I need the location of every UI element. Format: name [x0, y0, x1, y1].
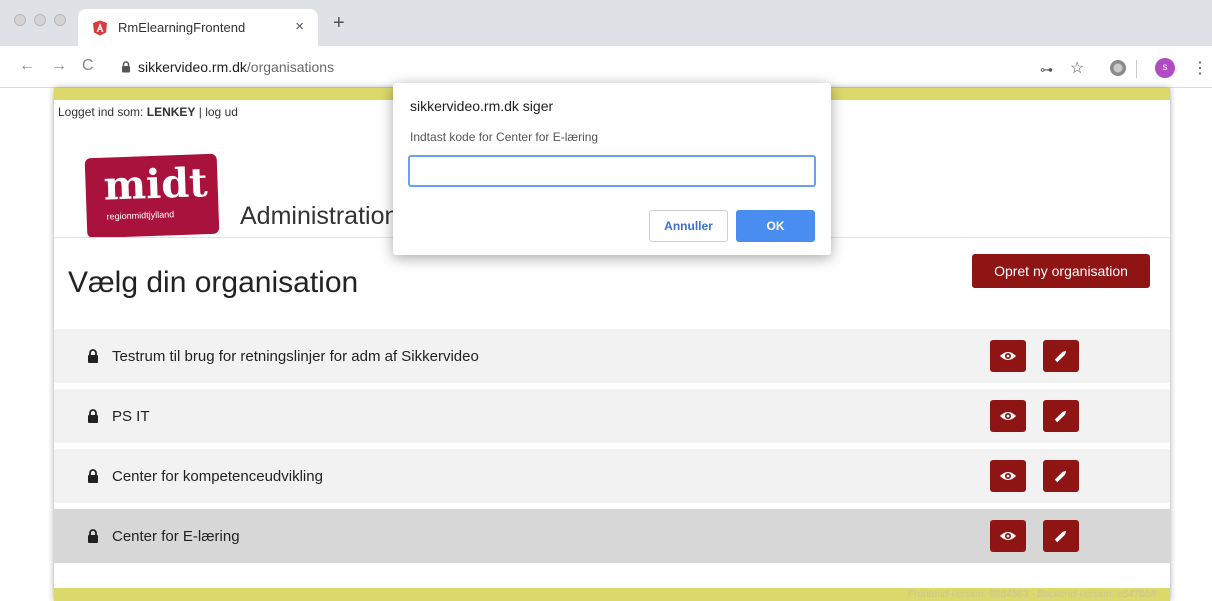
tab-close-icon[interactable]: × — [295, 18, 304, 35]
password-key-icon[interactable]: ⊶ — [1040, 62, 1053, 78]
footer: Frontend-version: 98d4563 - Backend-vers… — [54, 588, 1170, 601]
version-info: Frontend-version: 98d4563 - Backend-vers… — [908, 589, 1156, 600]
organisation-row[interactable]: PS IT — [54, 389, 1170, 443]
browser-menu-icon[interactable]: ⋮ — [1192, 58, 1208, 78]
eye-icon — [1000, 352, 1016, 360]
pencil-icon — [1054, 350, 1067, 363]
organisation-name: PS IT — [112, 408, 150, 425]
url-text: sikkervideo.rm.dk/organisations — [138, 59, 335, 75]
region-midt-logo: midt regionmidtjylland — [84, 153, 220, 239]
logo-main-text: midt — [102, 159, 209, 210]
new-tab-icon[interactable]: + — [333, 13, 345, 33]
angular-icon — [93, 20, 107, 36]
create-organisation-button[interactable]: Opret ny organisation — [972, 254, 1150, 288]
page-title: Vælg din organisation — [68, 266, 359, 299]
profile-avatar[interactable]: s — [1155, 58, 1175, 78]
eye-icon — [1000, 532, 1016, 540]
eye-icon — [1000, 472, 1016, 480]
toolbar-divider — [1136, 60, 1137, 78]
forward-icon[interactable]: → — [51, 57, 67, 75]
bookmark-star-icon[interactable]: ☆ — [1070, 58, 1084, 78]
view-organisation-button[interactable] — [990, 400, 1026, 432]
edit-organisation-button[interactable] — [1043, 460, 1079, 492]
admin-title: Administration — [240, 202, 399, 230]
pencil-icon — [1054, 530, 1067, 543]
code-input[interactable] — [408, 155, 816, 187]
edit-organisation-button[interactable] — [1043, 520, 1079, 552]
tab-title: RmElearningFrontend — [118, 20, 246, 35]
pencil-icon — [1054, 410, 1067, 423]
view-organisation-button[interactable] — [990, 520, 1026, 552]
lock-icon — [88, 349, 98, 363]
organisation-name: Center for E-læring — [112, 528, 240, 545]
close-window-icon[interactable] — [14, 14, 26, 26]
organisation-name: Testrum til brug for retningslinjer for … — [112, 348, 479, 365]
ok-button[interactable]: OK — [736, 210, 815, 242]
organisation-row[interactable]: Center for E-læring — [54, 509, 1170, 563]
edit-organisation-button[interactable] — [1043, 340, 1079, 372]
minimize-window-icon[interactable] — [34, 14, 46, 26]
browser-toolbar: ← → C sikkervideo.rm.dk/organisations ⊶ … — [0, 46, 1212, 88]
lock-icon — [122, 61, 130, 73]
dialog-message: Indtast kode for Center for E-læring — [410, 130, 599, 144]
lock-icon — [88, 469, 98, 483]
organisation-name: Center for kompetenceudvikling — [112, 468, 323, 485]
cancel-button[interactable]: Annuller — [649, 210, 728, 242]
view-organisation-button[interactable] — [990, 340, 1026, 372]
eye-icon — [1000, 412, 1016, 420]
lock-icon — [88, 409, 98, 423]
back-icon[interactable]: ← — [19, 57, 35, 75]
organisation-row[interactable]: Center for kompetenceudvikling — [54, 449, 1170, 503]
edit-organisation-button[interactable] — [1043, 400, 1079, 432]
organisation-row[interactable]: Testrum til brug for retningslinjer for … — [54, 329, 1170, 383]
reload-icon[interactable]: C — [82, 57, 94, 75]
dialog-title: sikkervideo.rm.dk siger — [410, 98, 554, 114]
address-bar[interactable]: sikkervideo.rm.dk/organisations — [105, 52, 1145, 82]
pencil-icon — [1054, 470, 1067, 483]
zoom-window-icon[interactable] — [54, 14, 66, 26]
lock-icon — [88, 529, 98, 543]
browser-tabbar: RmElearningFrontend × + — [0, 0, 1212, 46]
logout-link[interactable]: log ud — [205, 105, 238, 119]
logo-sub-text: regionmidtjylland — [106, 209, 175, 222]
login-status: Logget ind som: LENKEY | log ud — [58, 105, 238, 119]
username: LENKEY — [146, 105, 196, 119]
extension-icon[interactable] — [1110, 60, 1126, 76]
view-organisation-button[interactable] — [990, 460, 1026, 492]
browser-tab-active[interactable]: RmElearningFrontend × — [78, 9, 318, 46]
prompt-dialog: sikkervideo.rm.dk siger Indtast kode for… — [393, 83, 831, 255]
